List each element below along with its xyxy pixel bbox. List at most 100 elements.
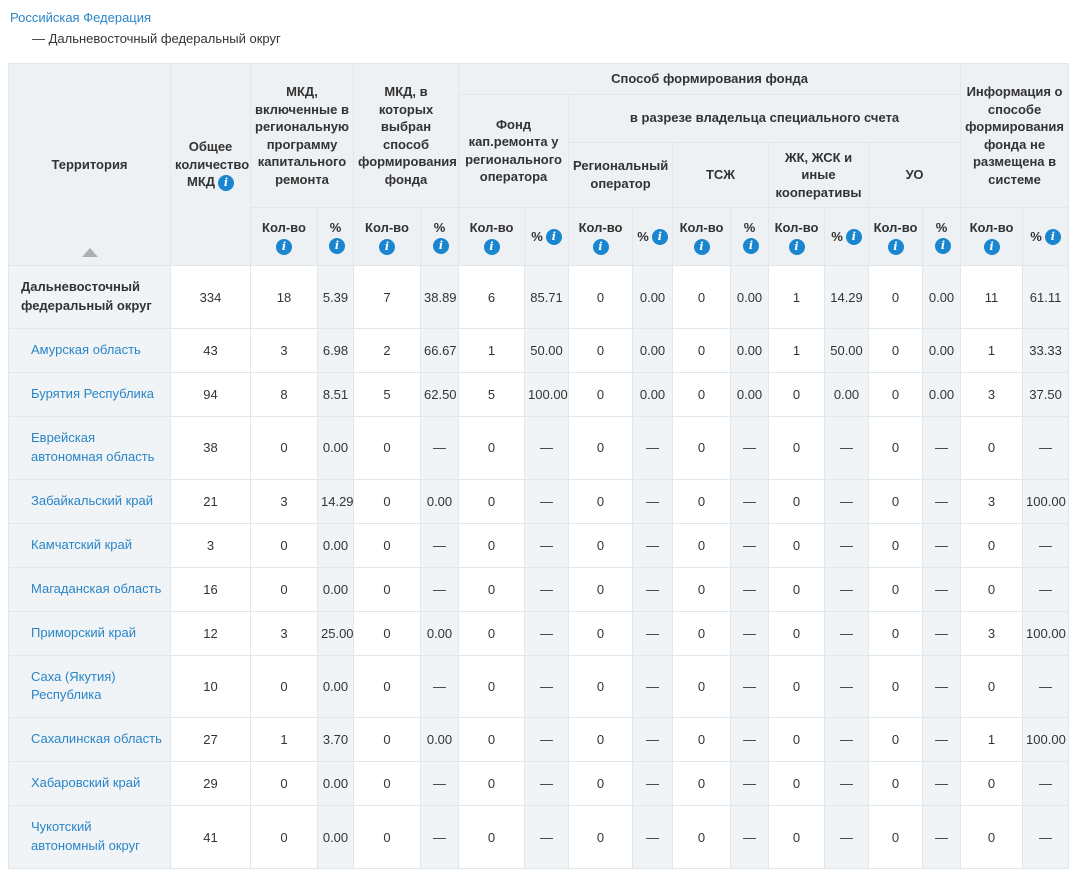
territory-cell: Камчатский край — [9, 523, 171, 567]
info-icon[interactable]: i — [888, 239, 904, 255]
value-cell: 6.98 — [318, 328, 354, 372]
value-cell: — — [923, 523, 961, 567]
value-cell: 0 — [769, 611, 825, 655]
territory-cell: Саха (Якутия) Республика — [9, 655, 171, 718]
value-cell: 3.70 — [318, 718, 354, 762]
value-cell: — — [525, 718, 569, 762]
value-cell: — — [825, 762, 869, 806]
value-cell: 7 — [354, 266, 421, 329]
info-icon[interactable]: i — [276, 239, 292, 255]
territory-link[interactable]: Еврейская автономная область — [31, 430, 154, 464]
value-cell: 0.00 — [633, 266, 673, 329]
value-cell: 0 — [869, 266, 923, 329]
territory-link[interactable]: Саха (Якутия) Республика — [31, 669, 116, 703]
col-subheader-percent: %i — [421, 208, 459, 266]
value-cell: — — [525, 611, 569, 655]
value-cell: 0 — [869, 372, 923, 416]
territory-link[interactable]: Хабаровский край — [31, 775, 140, 790]
territory-link[interactable]: Приморский край — [31, 625, 136, 640]
value-cell: 1 — [961, 328, 1023, 372]
value-cell: 14.29 — [825, 266, 869, 329]
table-body: Дальневосточный федеральный округ334185.… — [9, 266, 1069, 869]
value-cell: 0 — [569, 655, 633, 718]
info-icon[interactable]: i — [433, 238, 449, 254]
table-row: Сахалинская область2713.7000.000—0—0—0—0… — [9, 718, 1069, 762]
col-header-method-group: Способ формирования фонда — [459, 64, 961, 95]
value-cell: — — [633, 479, 673, 523]
value-cell: 0 — [459, 762, 525, 806]
col-subheader-percent: %i — [731, 208, 769, 266]
value-cell: 0.00 — [318, 762, 354, 806]
value-cell: 50.00 — [525, 328, 569, 372]
value-cell: 43 — [171, 328, 251, 372]
value-cell: 0 — [673, 718, 731, 762]
value-cell: 0 — [673, 523, 731, 567]
value-cell: — — [1023, 523, 1069, 567]
value-cell: — — [1023, 762, 1069, 806]
value-cell: 0 — [459, 718, 525, 762]
info-icon[interactable]: i — [218, 175, 234, 191]
col-header-jk-jsk: ЖК, ЖСК и иные кооперативы — [769, 142, 869, 208]
territory-link[interactable]: Забайкальский край — [31, 493, 153, 508]
value-cell: — — [825, 523, 869, 567]
value-cell: 0 — [459, 806, 525, 869]
territory-link[interactable]: Бурятия Республика — [31, 386, 154, 401]
value-cell: — — [731, 806, 769, 869]
value-cell: 0 — [769, 523, 825, 567]
value-cell: 0 — [569, 372, 633, 416]
sort-ascending-icon[interactable] — [82, 248, 98, 257]
value-cell: — — [525, 762, 569, 806]
value-cell: 5 — [459, 372, 525, 416]
info-icon[interactable]: i — [846, 229, 862, 245]
value-cell: 8 — [251, 372, 318, 416]
table-row: Хабаровский край2900.000—0—0—0—0—0—0— — [9, 762, 1069, 806]
col-header-territory[interactable]: Территория — [9, 64, 171, 266]
value-cell: 0 — [961, 655, 1023, 718]
value-cell: 0 — [354, 567, 421, 611]
value-cell: 5.39 — [318, 266, 354, 329]
info-icon[interactable]: i — [789, 239, 805, 255]
value-cell: 1 — [251, 718, 318, 762]
value-cell: — — [633, 806, 673, 869]
info-icon[interactable]: i — [379, 239, 395, 255]
col-header-fund-regional-operator: Фонд кап.ремонта у регионального операто… — [459, 94, 569, 208]
info-icon[interactable]: i — [743, 238, 759, 254]
value-cell: 1 — [769, 266, 825, 329]
info-icon[interactable]: i — [546, 229, 562, 245]
value-cell: 0 — [673, 479, 731, 523]
table-row: Приморский край12325.0000.000—0—0—0—0—31… — [9, 611, 1069, 655]
value-cell: 0 — [459, 416, 525, 479]
info-icon[interactable]: i — [1045, 229, 1061, 245]
value-cell: 0.00 — [318, 655, 354, 718]
value-cell: — — [731, 611, 769, 655]
territory-link[interactable]: Чукотский автономный округ — [31, 819, 140, 853]
value-cell: 3 — [251, 479, 318, 523]
value-cell: 18 — [251, 266, 318, 329]
value-cell: — — [731, 479, 769, 523]
info-icon[interactable]: i — [935, 238, 951, 254]
regions-table: Территория Общее количество МКДi МКД, вк… — [8, 63, 1069, 869]
territory-link[interactable]: Камчатский край — [31, 537, 132, 552]
value-cell: 3 — [251, 611, 318, 655]
value-cell: 0 — [569, 266, 633, 329]
value-cell: 0 — [459, 523, 525, 567]
info-icon[interactable]: i — [329, 238, 345, 254]
col-subheader-count: Кол-воi — [569, 208, 633, 266]
value-cell: 0.00 — [318, 416, 354, 479]
breadcrumb-link-russian-federation[interactable]: Российская Федерация — [10, 10, 151, 25]
value-cell: 8.51 — [318, 372, 354, 416]
info-icon[interactable]: i — [694, 239, 710, 255]
info-icon[interactable]: i — [984, 239, 1000, 255]
value-cell: 0 — [869, 567, 923, 611]
value-cell: — — [633, 655, 673, 718]
value-cell: — — [1023, 655, 1069, 718]
territory-link[interactable]: Сахалинская область — [31, 731, 162, 746]
value-cell: 0.00 — [731, 372, 769, 416]
territory-link[interactable]: Амурская область — [31, 342, 141, 357]
info-icon[interactable]: i — [484, 239, 500, 255]
value-cell: — — [923, 611, 961, 655]
value-cell: 0 — [769, 762, 825, 806]
territory-link[interactable]: Магаданская область — [31, 581, 161, 596]
info-icon[interactable]: i — [593, 239, 609, 255]
info-icon[interactable]: i — [652, 229, 668, 245]
